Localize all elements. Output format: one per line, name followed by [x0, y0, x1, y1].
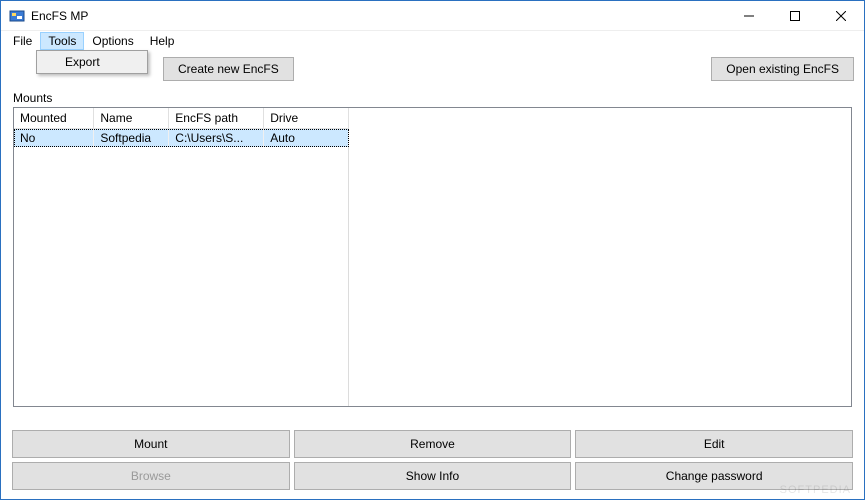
menu-export[interactable]: Export [37, 51, 147, 73]
window-title: EncFS MP [31, 9, 88, 23]
cell-drive: Auto [264, 129, 349, 148]
open-encfs-button[interactable]: Open existing EncFS [711, 57, 854, 81]
header-drive[interactable]: Drive [264, 108, 349, 129]
menu-file[interactable]: File [5, 32, 40, 50]
cell-path: C:\Users\S... [169, 129, 264, 148]
menu-options[interactable]: Options [84, 32, 141, 50]
header-name[interactable]: Name [94, 108, 169, 129]
mount-button[interactable]: Mount [12, 430, 290, 458]
browse-button: Browse [12, 462, 290, 490]
titlebar: EncFS MP [1, 1, 864, 31]
show-info-button[interactable]: Show Info [294, 462, 572, 490]
cell-name: Softpedia [94, 129, 169, 148]
edit-button[interactable]: Edit [575, 430, 853, 458]
table-header-row: Mounted Name EncFS path Drive [14, 108, 349, 129]
mounts-table: Mounted Name EncFS path Drive No Softped… [14, 108, 349, 147]
menu-tools[interactable]: Tools [40, 32, 84, 50]
window-controls [726, 1, 864, 31]
mounts-table-container: Mounted Name EncFS path Drive No Softped… [13, 107, 852, 407]
tools-dropdown: Export [36, 50, 148, 74]
mounts-label: Mounts [1, 91, 864, 107]
close-button[interactable] [818, 1, 864, 31]
menu-help[interactable]: Help [142, 32, 183, 50]
minimize-button[interactable] [726, 1, 772, 31]
create-encfs-button[interactable]: Create new EncFS [163, 57, 294, 81]
header-mounted[interactable]: Mounted [14, 108, 94, 129]
header-path[interactable]: EncFS path [169, 108, 264, 129]
app-icon [9, 8, 25, 24]
table-row[interactable]: No Softpedia C:\Users\S... Auto [14, 129, 349, 148]
cell-mounted: No [14, 129, 94, 148]
remove-button[interactable]: Remove [294, 430, 572, 458]
bottom-button-grid: Mount Remove Edit Browse Show Info Chang… [12, 430, 853, 490]
menubar: File Tools Options Help [1, 31, 864, 51]
change-password-button[interactable]: Change password [575, 462, 853, 490]
maximize-button[interactable] [772, 1, 818, 31]
